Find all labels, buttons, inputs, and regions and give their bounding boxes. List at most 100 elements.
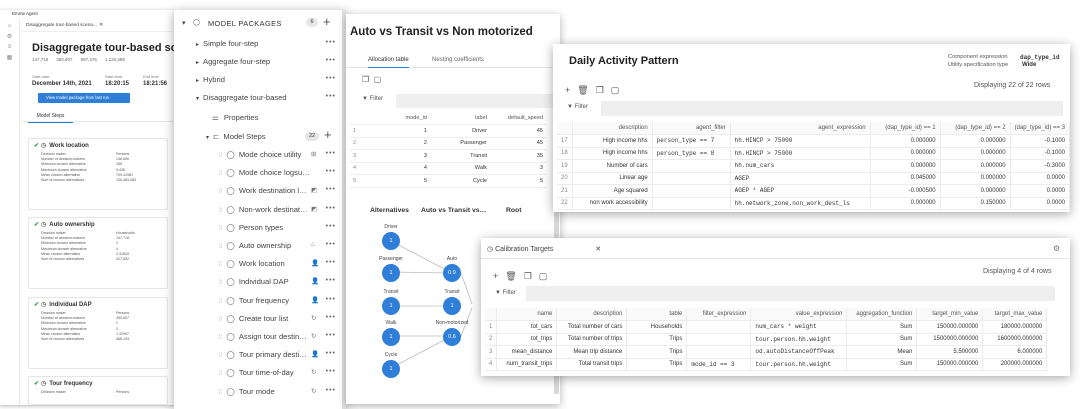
- table-cell[interactable]: 2: [485, 333, 498, 346]
- table-cell[interactable]: [652, 184, 731, 198]
- table-cell[interactable]: AGEP * AGEP: [730, 184, 871, 198]
- model-step-item[interactable]: ⁞⁞ ◯ Mode choice logsu…: [219, 168, 310, 177]
- layers-icon[interactable]: ≡: [0, 44, 19, 50]
- table-cell[interactable]: High income hhs: [572, 147, 653, 160]
- column-header[interactable]: target_min_value: [916, 308, 984, 321]
- table-cell[interactable]: 6.000000: [982, 345, 1048, 359]
- table-cell[interactable]: 180000.000000: [982, 320, 1048, 334]
- table-cell[interactable]: mean_distance: [496, 345, 558, 359]
- table-cell[interactable]: [686, 333, 752, 346]
- table-cell[interactable]: 0.000000: [940, 184, 1011, 198]
- drag-handle-icon[interactable]: ⁞⁞: [219, 153, 222, 159]
- drag-handle-icon[interactable]: ⁞⁞: [219, 299, 222, 305]
- table-row[interactable]: 19 Number of cars hh.num_cars 0.000000 0.000…: [557, 159, 1070, 173]
- table-cell[interactable]: Total number of cars: [556, 320, 628, 334]
- more-icon[interactable]: •••: [326, 205, 336, 212]
- table-cell[interactable]: od.autoDistanceOffPeak: [750, 345, 848, 359]
- table-cell[interactable]: 3: [485, 345, 498, 359]
- model-step-item[interactable]: ⁞⁞ ◯ Create tour list: [219, 314, 288, 323]
- table-cell[interactable]: tot_cars: [496, 320, 558, 334]
- more-icon[interactable]: •••: [326, 350, 336, 357]
- more-icon[interactable]: •••: [326, 223, 336, 230]
- more-icon[interactable]: •••: [326, 150, 336, 157]
- node-transit-nest[interactable]: 1: [443, 297, 461, 315]
- node-walk[interactable]: 1: [382, 328, 400, 346]
- model-step-card[interactable]: ✔ ◷ Individual DAP Decision maker Persons Num…: [28, 297, 168, 369]
- table-cell[interactable]: Linear age: [572, 172, 653, 185]
- paste-icon[interactable]: ▢: [611, 85, 620, 96]
- drag-handle-icon[interactable]: ⁞⁞: [219, 353, 222, 359]
- table-cell[interactable]: 0.000000: [940, 172, 1011, 185]
- table-cell[interactable]: person_type == 8: [652, 147, 731, 160]
- dap-filter-input[interactable]: [601, 101, 1063, 116]
- more-icon[interactable]: •••: [326, 186, 336, 193]
- table-cell[interactable]: 0.000000: [870, 159, 941, 173]
- table-cell[interactable]: 22: [557, 197, 573, 210]
- table-cell[interactable]: 1500000.000000: [916, 333, 984, 346]
- column-header[interactable]: description: [572, 122, 653, 135]
- properties-item[interactable]: ⚌ Properties: [212, 113, 258, 122]
- drag-handle-icon[interactable]: ⁞⁞: [219, 226, 222, 232]
- calib-filter-input[interactable]: [526, 286, 1055, 301]
- drag-handle-icon[interactable]: ⁞⁞: [219, 371, 222, 377]
- table-cell[interactable]: tot_trips: [496, 333, 558, 346]
- more-icon[interactable]: •••: [326, 259, 336, 266]
- add-icon[interactable]: +: [493, 271, 498, 281]
- scenario-tab[interactable]: Disaggregate tour-based scena… ✕: [22, 22, 172, 32]
- column-header[interactable]: value_expression: [750, 308, 848, 321]
- table-row[interactable]: 4 num_transit_trips Total transit trips Tri…: [485, 358, 1048, 371]
- table-cell[interactable]: 200000.000000: [982, 358, 1048, 371]
- column-header[interactable]: aggregation_function: [846, 308, 918, 321]
- model-step-card[interactable]: ✔ ◷ Auto ownership Decision maker Households…: [28, 217, 168, 289]
- chevron-icon[interactable]: ▸: [196, 78, 199, 84]
- close-icon[interactable]: ✕: [99, 23, 103, 28]
- chevron-down-icon[interactable]: ▾: [206, 135, 209, 141]
- table-cell[interactable]: 0.000000: [870, 197, 941, 210]
- table-cell[interactable]: 150000.000000: [916, 320, 984, 334]
- table-cell[interactable]: 18: [557, 147, 573, 160]
- table-cell[interactable]: Sum: [846, 333, 918, 346]
- drag-handle-icon[interactable]: ⁞⁞: [219, 280, 222, 286]
- more-icon[interactable]: •••: [326, 168, 336, 175]
- model-step-item[interactable]: ⁞⁞ ◯ Work destination l…: [219, 186, 307, 195]
- table-cell[interactable]: -0.3000: [1010, 159, 1070, 173]
- node-transit[interactable]: 1: [382, 297, 400, 315]
- model-step-item[interactable]: ⁞⁞ ◯ Assign tour destin…: [219, 332, 307, 341]
- copy-icon[interactable]: ❐: [524, 271, 532, 282]
- chevron-icon[interactable]: ▸: [196, 60, 199, 66]
- column-header[interactable]: name: [496, 308, 558, 321]
- model-step-item[interactable]: ⁞⁞ ◯ Tour time-of-day: [219, 368, 294, 377]
- more-icon[interactable]: •••: [326, 296, 336, 303]
- column-header[interactable]: target_max_value: [982, 308, 1048, 321]
- paste-icon[interactable]: ▢: [539, 271, 548, 282]
- chevron-icon[interactable]: ▾: [196, 96, 199, 102]
- table-cell[interactable]: High income hhs: [572, 134, 653, 148]
- table-row[interactable]: 18 High income hhs person_type == 8 hh.HINC…: [557, 147, 1070, 160]
- more-icon[interactable]: •••: [326, 332, 336, 339]
- more-icon[interactable]: •••: [326, 93, 336, 100]
- home-icon[interactable]: ⌂: [0, 23, 19, 29]
- add-package-icon[interactable]: +: [323, 14, 331, 29]
- drag-handle-icon[interactable]: ⁞⁞: [219, 208, 222, 214]
- more-icon[interactable]: •••: [326, 241, 336, 248]
- table-cell[interactable]: 20: [557, 172, 573, 185]
- node-non-motorized[interactable]: 0.6: [443, 328, 461, 346]
- package-item[interactable]: ▸ Aggregate four-step: [196, 57, 270, 66]
- table-cell[interactable]: 1600000.000000: [982, 333, 1048, 346]
- table-cell[interactable]: 17: [557, 134, 573, 148]
- drag-handle-icon[interactable]: ⁞⁞: [219, 317, 222, 323]
- table-cell[interactable]: 1: [485, 320, 498, 334]
- table-cell[interactable]: AGEP: [730, 172, 871, 185]
- model-step-card[interactable]: ✔ ◷ Tour frequency Decision maker Persons: [28, 376, 168, 405]
- table-cell[interactable]: [652, 172, 731, 185]
- add-step-icon[interactable]: +: [324, 127, 332, 142]
- table-cell[interactable]: tour.person.hh.weight: [750, 358, 848, 371]
- more-icon[interactable]: •••: [326, 75, 336, 82]
- more-icon[interactable]: •••: [326, 57, 336, 64]
- table-cell[interactable]: 0.000000: [940, 159, 1011, 173]
- column-header[interactable]: agent_expression: [730, 122, 871, 135]
- model-step-item[interactable]: ⁞⁞ ◯ Tour frequency: [219, 296, 289, 305]
- table-cell[interactable]: 5.500000: [916, 345, 984, 359]
- column-header[interactable]: (dap_type_id) == 1: [870, 122, 941, 135]
- model-step-item[interactable]: ⁞⁞ ◯ Non-work destinat…: [219, 205, 308, 214]
